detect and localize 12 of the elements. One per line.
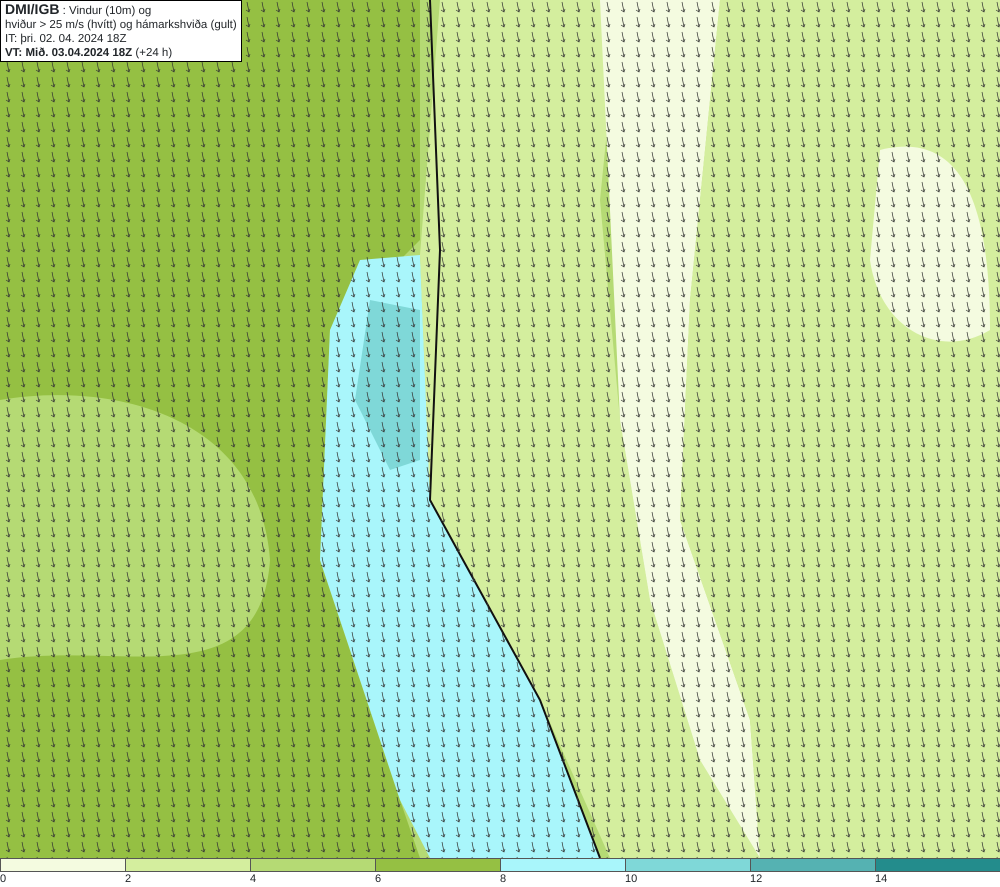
- title-line: hviður > 25 m/s (hvítt) og hámarkshviða (gult): [5, 18, 237, 32]
- legend-label: 14: [875, 872, 888, 886]
- legend-label: 4: [250, 872, 256, 886]
- legend-label: 8: [500, 872, 506, 886]
- title-line: VT: Mið. 03.04.2024 18Z (+24 h): [5, 46, 174, 60]
- title-line: DMI/IGB : Vindur (10m) og: [5, 2, 152, 18]
- title-line: IT: þri. 02. 04. 2024 18Z: [5, 32, 128, 46]
- legend-label: 10: [625, 872, 638, 886]
- legend-label: 2: [125, 872, 132, 886]
- legend-label: 0: [0, 872, 6, 886]
- legend-label: 12: [750, 872, 762, 886]
- legend-label: 6: [375, 872, 382, 886]
